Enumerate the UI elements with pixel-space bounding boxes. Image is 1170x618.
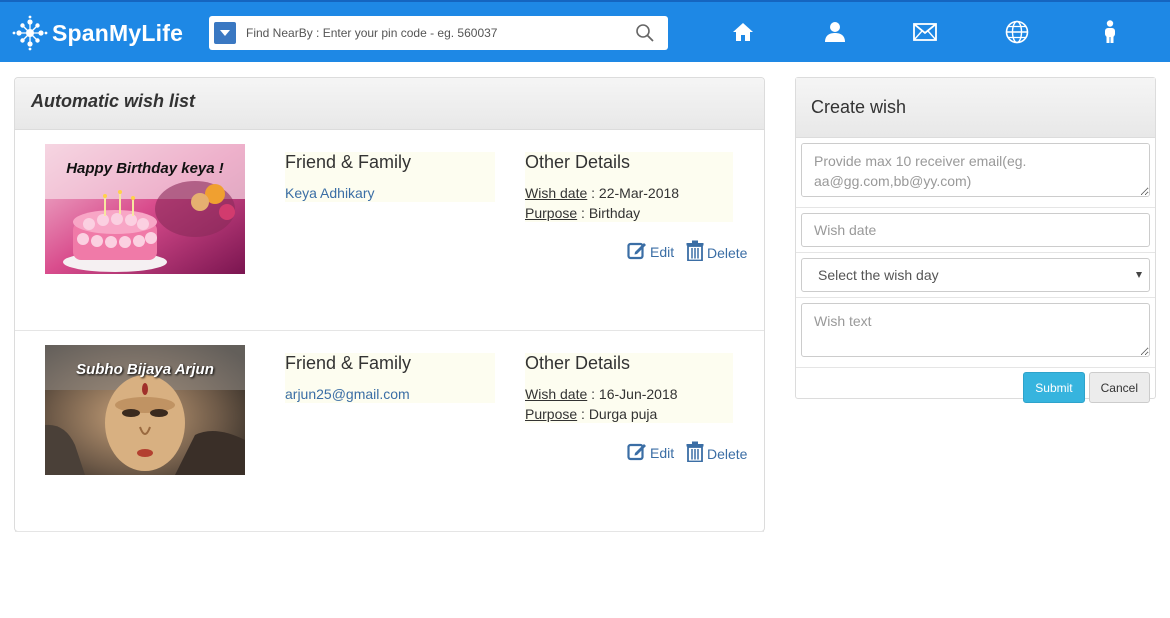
home-icon[interactable] [731,20,755,44]
wish-list-header: Automatic wish list [15,78,764,130]
cancel-button[interactable]: Cancel [1088,372,1150,403]
brand-logo[interactable]: SpanMyLife [12,14,183,52]
details-title: Other Details [525,353,631,373]
email-row [796,138,1155,208]
wish-list-title: Automatic wish list [31,91,196,111]
purpose-value: : Birthday [577,205,641,221]
user-icon[interactable] [823,20,847,44]
edit-icon [627,443,646,461]
brand-name: SpanMyLife [52,19,184,46]
wish-image-caption: Subho Bijaya Arjun [76,361,214,378]
delete-button[interactable]: Delete [686,441,747,462]
details-box: Other Details Wish date : 22-Mar-2018 Pu… [525,152,733,222]
delete-label: Delete [707,446,748,462]
wish-date-field[interactable] [801,213,1150,247]
create-wish-panel: Create wish Select the wish day Submit C… [795,77,1156,403]
wish-image-caption: Happy Birthday keya ! [66,160,224,177]
recipient-group-title: Friend & Family [285,152,412,172]
edit-icon [627,242,646,260]
purpose-value: : Durga puja [577,406,658,422]
form-actions: Submit Cancel [796,368,1155,407]
purpose-line: Purpose : Birthday [525,205,733,221]
recipient-name[interactable]: Keya Adhikary [285,185,495,201]
wish-list-panel: Automatic wish list Happy Birthday keya … [14,77,765,532]
create-wish-header: Create wish [796,78,1155,138]
wish-text-field[interactable] [801,303,1150,357]
wish-date-value: : 16-Jun-2018 [587,386,678,402]
search-bar [209,16,668,50]
text-row [796,298,1155,368]
recipient-group-title: Friend & Family [285,353,412,373]
purpose-line: Purpose : Durga puja [525,406,733,422]
purpose-label: Purpose [525,205,578,221]
edit-label: Edit [650,244,675,260]
wish-date-label: Wish date [525,185,588,201]
logo-icon [12,15,48,51]
wish-day-select-value: Select the wish day [818,267,939,283]
wish-list-item: Happy Birthday keya ! Friend & Family Ke… [15,130,764,331]
edit-button[interactable]: Edit [627,441,674,461]
wish-date-label: Wish date [525,386,588,402]
create-wish-title: Create wish [811,97,907,117]
caret-down-icon [1136,272,1142,278]
trash-icon [686,441,704,462]
search-dropdown-toggle[interactable] [214,22,236,44]
receiver-email-field[interactable] [801,143,1150,197]
purpose-label: Purpose [525,406,578,422]
recipient-box: Friend & Family arjun25@gmail.com [285,353,495,403]
person-icon[interactable] [1098,20,1122,44]
envelope-icon[interactable] [913,20,937,44]
wish-list-item: Subho Bijaya Arjun Friend & Family arjun… [15,331,764,532]
details-box: Other Details Wish date : 16-Jun-2018 Pu… [525,353,733,423]
edit-button[interactable]: Edit [627,240,674,260]
delete-button[interactable]: Delete [686,240,747,261]
date-row [796,208,1155,253]
submit-button[interactable]: Submit [1023,372,1085,403]
wish-image-durga: Subho Bijaya Arjun [45,345,245,475]
search-input[interactable] [246,26,626,40]
wish-date-line: Wish date : 22-Mar-2018 [525,185,733,201]
edit-label: Edit [650,445,675,461]
details-title: Other Details [525,152,631,172]
wish-date-line: Wish date : 16-Jun-2018 [525,386,733,402]
recipient-email[interactable]: arjun25@gmail.com [285,386,495,402]
globe-icon[interactable] [1005,20,1029,44]
search-icon[interactable] [635,23,655,43]
delete-label: Delete [707,245,748,261]
day-row: Select the wish day [796,253,1155,298]
wish-day-select[interactable]: Select the wish day [801,258,1150,292]
wish-image-birthday: Happy Birthday keya ! [45,144,245,274]
top-navbar: SpanMyLife [0,0,1170,62]
trash-icon [686,240,704,261]
recipient-box: Friend & Family Keya Adhikary [285,152,495,202]
wish-date-value: : 22-Mar-2018 [587,185,680,201]
